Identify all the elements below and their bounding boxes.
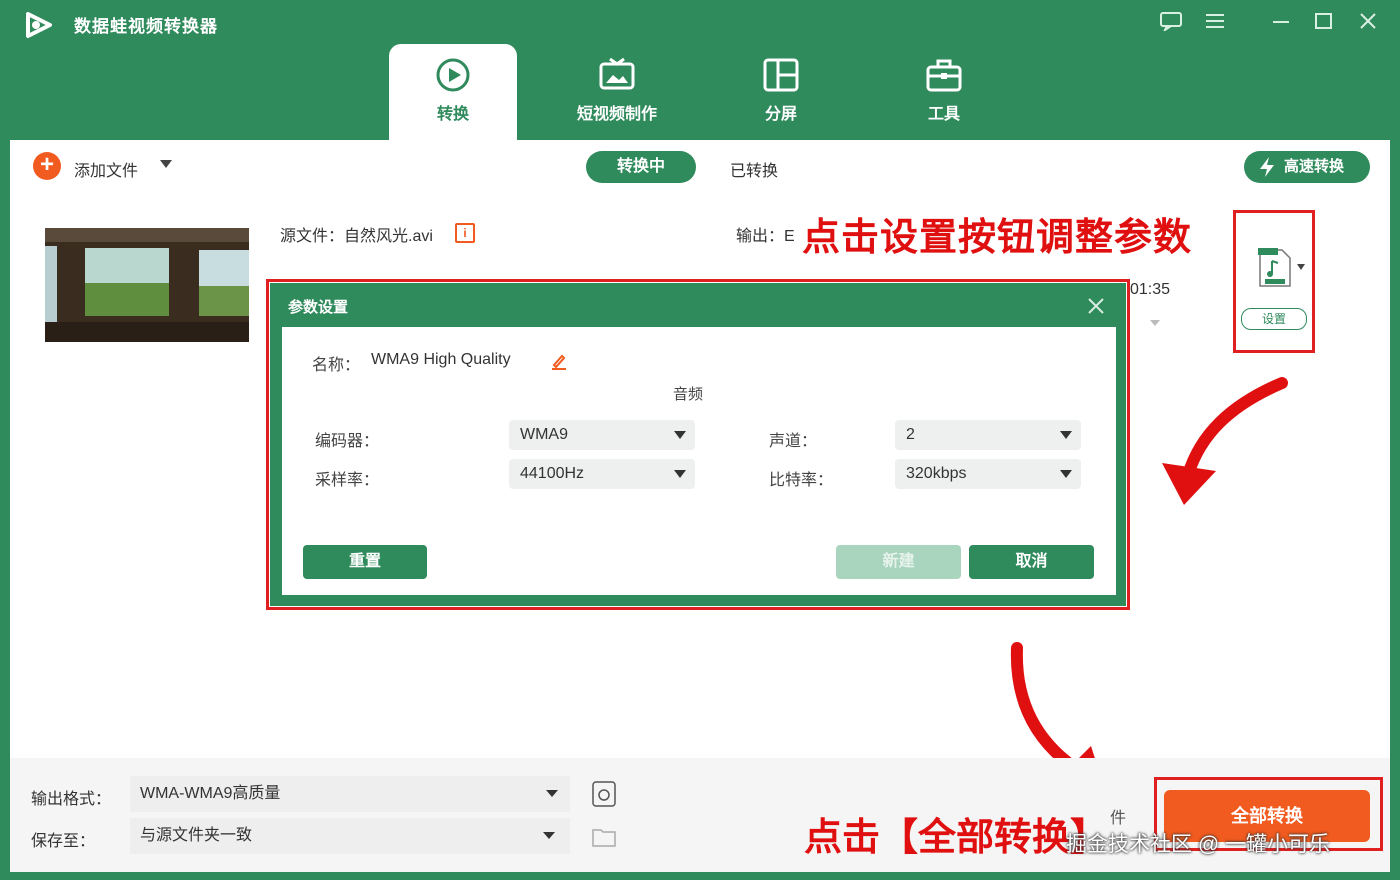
app-title: 数据蛙视频转换器 xyxy=(74,17,218,36)
tab-tools-label: 工具 xyxy=(927,106,960,123)
feedback-icon[interactable] xyxy=(1156,6,1186,36)
encoder-select[interactable]: WMA9 xyxy=(509,420,695,450)
preset-name: WMA9 High Quality xyxy=(371,351,511,368)
tab-split-screen-label: 分屏 xyxy=(764,106,797,123)
split-screen-icon xyxy=(763,58,799,92)
audio-section-label: 音频 xyxy=(673,386,704,403)
name-label: 名称： xyxy=(312,357,361,374)
bitrate-select[interactable]: 320kbps xyxy=(895,459,1081,489)
watermark: 掘金技术社区 @ 一罐小可乐 xyxy=(1066,833,1330,856)
save-to-value: 与源文件夹一致 xyxy=(140,827,253,844)
create-button[interactable]: 新建 xyxy=(836,545,961,579)
add-file-icon[interactable]: + xyxy=(33,152,61,180)
close-icon[interactable] xyxy=(1086,296,1106,316)
edit-icon[interactable] xyxy=(550,352,568,370)
audio-file-icon[interactable] xyxy=(1258,248,1292,288)
bitrate-label: 比特率： xyxy=(769,472,834,489)
convert-icon xyxy=(436,58,470,92)
settings-button[interactable]: 设置 xyxy=(1241,308,1307,330)
minimize-icon[interactable] xyxy=(1266,6,1296,36)
cancel-button[interactable]: 取消 xyxy=(969,545,1094,579)
chevron-down-icon[interactable] xyxy=(160,160,172,168)
bitrate-value: 320kbps xyxy=(906,465,967,482)
annotation-top: 点击设置按钮调整参数 xyxy=(802,217,1193,259)
tab-convert-label: 转换 xyxy=(436,106,469,123)
merge-files-label: 件 xyxy=(1110,810,1127,827)
folder-icon[interactable] xyxy=(591,826,617,848)
save-to-label: 保存至： xyxy=(31,833,96,850)
annotation-bottom: 点击【全部转换】 xyxy=(804,817,1109,859)
output-format-select[interactable]: WMA-WMA9高质量 xyxy=(130,776,570,812)
menu-icon[interactable] xyxy=(1200,6,1230,36)
reset-button[interactable]: 重置 xyxy=(303,545,427,579)
channel-value: 2 xyxy=(906,426,915,443)
app-logo xyxy=(26,12,52,38)
chevron-down-icon xyxy=(674,470,686,478)
channel-label: 声道： xyxy=(769,433,818,450)
sample-rate-label: 采样率： xyxy=(315,472,380,489)
tab-short-video-label: 短视频制作 xyxy=(576,106,657,123)
tab-converting[interactable]: 转换中 xyxy=(586,151,696,183)
close-icon[interactable] xyxy=(1353,6,1383,36)
encoder-value: WMA9 xyxy=(520,426,568,443)
source-file-label: 源文件：自然风光.avi xyxy=(280,228,433,245)
arrow-annotation-icon xyxy=(1162,377,1288,505)
chevron-down-icon xyxy=(674,431,686,439)
save-to-select[interactable]: 与源文件夹一致 xyxy=(130,818,570,854)
fast-convert-button[interactable]: 高速转换 xyxy=(1244,151,1370,183)
chevron-down-icon xyxy=(1060,431,1072,439)
output-label: 输出：E xyxy=(736,228,795,245)
encoder-label: 编码器： xyxy=(315,433,380,450)
chevron-down-icon xyxy=(543,832,555,839)
duration-text: 01:35 xyxy=(1130,281,1171,298)
output-format-value: WMA-WMA9高质量 xyxy=(140,785,281,802)
chevron-down-icon[interactable] xyxy=(1297,264,1305,270)
toolbox-icon xyxy=(926,59,962,92)
chevron-down-icon xyxy=(546,790,558,797)
dialog-title: 参数设置 xyxy=(288,299,349,316)
tv-icon xyxy=(599,57,635,90)
chevron-down-icon[interactable] xyxy=(1150,320,1160,326)
channel-select[interactable]: 2 xyxy=(895,420,1081,450)
tab-tools[interactable]: 工具 xyxy=(880,44,1008,140)
fast-convert-label: 高速转换 xyxy=(1284,158,1345,175)
video-thumbnail[interactable] xyxy=(45,228,249,342)
tab-convert[interactable]: 转换 xyxy=(389,44,517,140)
chevron-down-icon xyxy=(1060,470,1072,478)
sample-rate-select[interactable]: 44100Hz xyxy=(509,459,695,489)
tab-split-screen[interactable]: 分屏 xyxy=(717,44,845,140)
tab-short-video[interactable]: 短视频制作 xyxy=(553,44,681,140)
add-file-button[interactable]: 添加文件 xyxy=(74,157,138,181)
maximize-icon[interactable] xyxy=(1309,6,1339,36)
format-settings-icon[interactable] xyxy=(591,780,617,808)
lightning-icon xyxy=(1260,157,1274,177)
info-icon[interactable]: i xyxy=(455,223,475,243)
tab-converted[interactable]: 已转换 xyxy=(730,157,778,181)
output-format-label: 输出格式： xyxy=(31,791,112,808)
sample-rate-value: 44100Hz xyxy=(520,465,585,482)
